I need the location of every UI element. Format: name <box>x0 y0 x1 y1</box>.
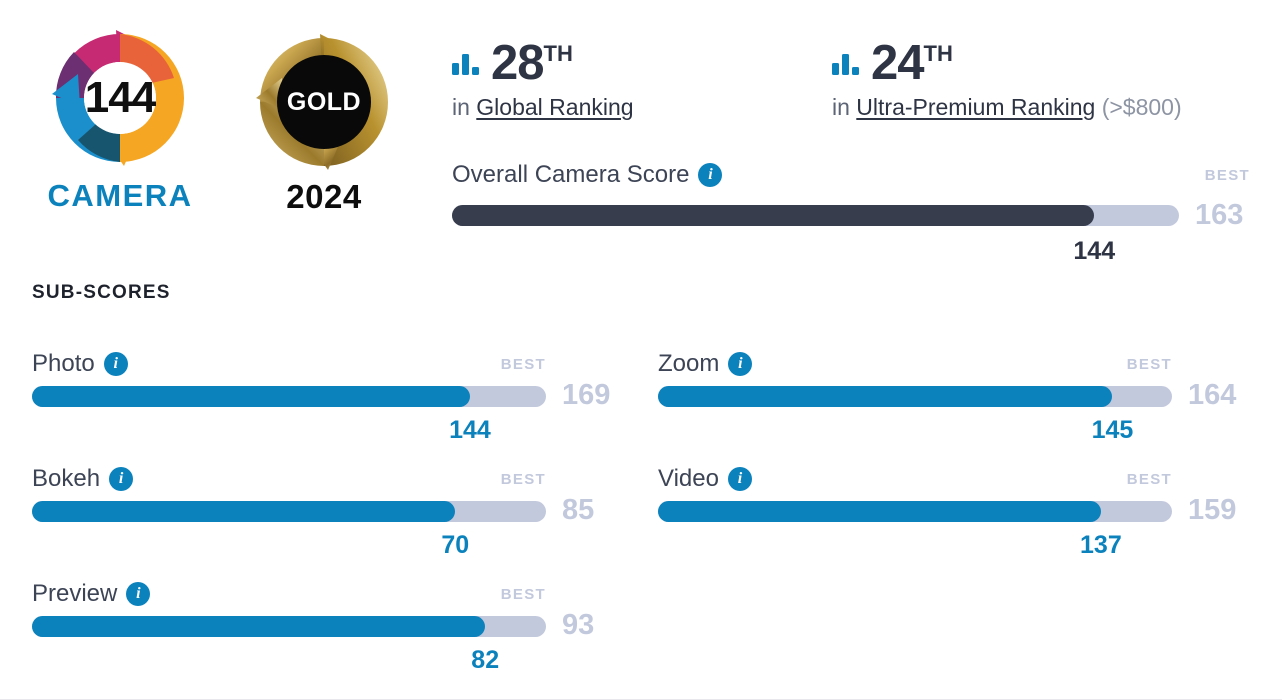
subscore-video: Video i BEST 137 159 <box>658 465 1236 559</box>
subscore-header: Preview i BEST <box>32 580 546 608</box>
subscore-label: Video <box>658 465 719 492</box>
ranking-ultra-premium-position-row: 24 TH <box>832 28 1262 90</box>
subscore-label-group: Video i <box>658 465 752 493</box>
subscore-value: 137 <box>1080 531 1122 559</box>
overall-best-word: BEST <box>1204 166 1250 184</box>
overall-best-value: 163 <box>1195 199 1244 231</box>
dxomark-score-logo: 144 CAMERA <box>32 22 208 214</box>
score-ring-icon: 144 <box>44 22 196 174</box>
global-ranking-link[interactable]: Global Ranking <box>476 94 633 120</box>
ranking-ultra-premium-subtitle: in Ultra-Premium Ranking (>$800) <box>832 94 1262 121</box>
subscore-best-value: 169 <box>562 379 611 411</box>
subscore-fill <box>658 501 1101 522</box>
ultra-premium-ranking-link[interactable]: Ultra-Premium Ranking <box>856 94 1095 120</box>
overall-label-group: Overall Camera Score i <box>452 161 723 189</box>
ranking-global-position: 28 TH <box>491 35 573 90</box>
overall-score-fill <box>452 205 1095 226</box>
subscore-fill <box>32 501 456 522</box>
subscores-section-title: SUB-SCORES <box>32 282 171 303</box>
score-header: 144 CAMERA GOLD 2024 28 TH in Global Ran… <box>0 0 1282 265</box>
info-icon[interactable]: i <box>727 467 752 491</box>
subscore-label: Photo <box>32 350 95 377</box>
gold-award-icon: GOLD <box>236 26 412 178</box>
subscore-best-word: BEST <box>1126 355 1172 373</box>
bar-chart-icon <box>452 53 480 80</box>
subscore-bar-row: 70 85 <box>32 494 594 559</box>
info-icon[interactable]: i <box>126 582 151 606</box>
ranking-ultra-premium-position: 24 TH <box>871 35 953 90</box>
overall-camera-score: Overall Camera Score i BEST 144 163 <box>452 160 1250 265</box>
subscore-header: Zoom i BEST <box>658 350 1172 378</box>
info-icon[interactable]: i <box>728 352 753 376</box>
ranking-ultra-premium-number: 24 <box>871 35 925 90</box>
subscore-photo: Photo i BEST 144 169 <box>32 350 610 444</box>
subscore-header: Photo i BEST <box>32 350 546 378</box>
info-icon[interactable]: i <box>109 467 134 491</box>
ranking-global-number: 28 <box>491 35 545 90</box>
subscore-value: 145 <box>1091 416 1134 444</box>
overall-label: Overall Camera Score <box>452 161 690 188</box>
subscore-header: Video i BEST <box>658 465 1172 493</box>
camera-wordmark: CAMERA <box>47 178 193 213</box>
subscore-track: 82 <box>32 616 546 674</box>
subscore-label-group: Zoom i <box>658 350 753 378</box>
info-icon[interactable]: i <box>698 163 723 187</box>
subscore-label: Preview <box>32 580 118 607</box>
subscore-track: 144 <box>32 386 546 444</box>
subscore-best-word: BEST <box>1126 470 1172 488</box>
subscore-value: 144 <box>449 416 491 444</box>
info-icon[interactable]: i <box>103 352 128 376</box>
subscore-best-word: BEST <box>500 470 546 488</box>
ultra-premium-price-note: (>$800) <box>1101 94 1182 120</box>
subscore-track: 137 <box>658 501 1172 559</box>
ranking-global-prefix: in <box>452 94 470 120</box>
subscore-best-value: 164 <box>1188 379 1237 411</box>
overall-header: Overall Camera Score i BEST <box>452 160 1250 190</box>
subscore-track: 145 <box>658 386 1172 444</box>
ranking-global: 28 TH in Global Ranking <box>452 28 832 121</box>
rankings-group: 28 TH in Global Ranking 24 TH in Ultra-P… <box>452 28 1262 121</box>
subscore-bar-row: 137 159 <box>658 494 1236 559</box>
overall-bar-row: 144 163 <box>452 199 1250 265</box>
subscore-zoom: Zoom i BEST 145 164 <box>658 350 1236 444</box>
subscore-best-word: BEST <box>500 585 546 603</box>
subscore-label-group: Bokeh i <box>32 465 134 493</box>
subscore-track: 70 <box>32 501 546 559</box>
subscore-best-value: 159 <box>1188 494 1237 526</box>
subscore-best-value: 93 <box>562 609 595 641</box>
subscore-value: 82 <box>471 646 500 674</box>
subscore-bar-row: 144 169 <box>32 379 610 444</box>
subscore-bar-row: 82 93 <box>32 609 594 674</box>
subscore-fill <box>32 616 486 637</box>
award-badge-block: GOLD 2024 <box>232 26 416 216</box>
overall-score-track: 144 <box>452 205 1179 265</box>
ranking-ultra-premium-suffix: TH <box>923 40 953 66</box>
subscore-label-group: Photo i <box>32 350 128 378</box>
subscore-label: Bokeh <box>32 465 101 492</box>
overall-score-value: 144 <box>84 73 156 122</box>
subscore-header: Bokeh i BEST <box>32 465 546 493</box>
overall-score-marker: 144 <box>1073 237 1116 265</box>
subscore-fill <box>658 386 1113 407</box>
subscore-fill <box>32 386 470 407</box>
subscore-label-group: Preview i <box>32 580 151 608</box>
bar-chart-icon <box>832 53 860 80</box>
subscore-best-value: 85 <box>562 494 595 526</box>
subscore-bokeh: Bokeh i BEST 70 85 <box>32 465 594 559</box>
ranking-global-subtitle: in Global Ranking <box>452 94 832 121</box>
award-year: 2024 <box>286 178 362 215</box>
ranking-ultra-premium-prefix: in <box>832 94 850 120</box>
subscore-best-word: BEST <box>500 355 546 373</box>
ranking-global-position-row: 28 TH <box>452 28 832 90</box>
ranking-global-suffix: TH <box>543 40 573 66</box>
subscore-label: Zoom <box>658 350 720 377</box>
award-label: GOLD <box>286 87 362 116</box>
subscore-bar-row: 145 164 <box>658 379 1236 444</box>
subscore-value: 70 <box>441 531 470 559</box>
subscore-preview: Preview i BEST 82 93 <box>32 580 594 674</box>
ranking-ultra-premium: 24 TH in Ultra-Premium Ranking (>$800) <box>832 28 1262 121</box>
